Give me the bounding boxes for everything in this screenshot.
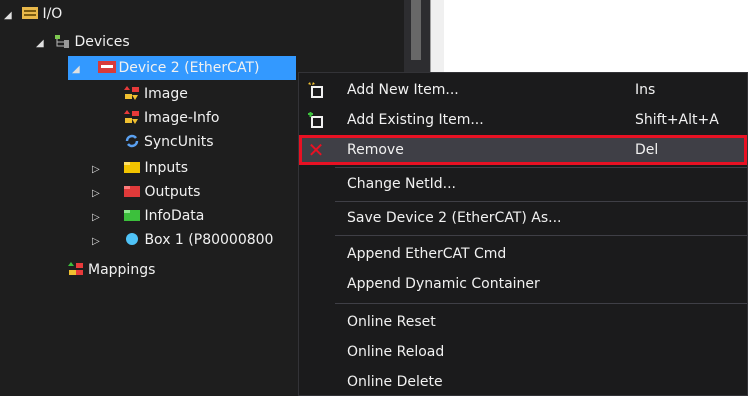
menu-item-append-dynamic-container[interactable]: Append Dynamic Container xyxy=(299,269,747,299)
collapse-arrow-icon[interactable]: ◢ xyxy=(72,58,86,82)
tree-item-devices[interactable]: ◢ Devices xyxy=(36,30,130,54)
menu-item-append-ethercat-cmd[interactable]: Append EtherCAT Cmd xyxy=(299,239,747,269)
expand-arrow-icon[interactable]: ▷ xyxy=(92,158,106,182)
devices-icon xyxy=(54,32,70,48)
inputs-icon xyxy=(124,158,141,173)
menu-item-online-delete[interactable]: Online Delete xyxy=(299,367,747,397)
collapse-arrow-icon[interactable]: ◢ xyxy=(4,4,18,28)
box-icon xyxy=(124,230,140,245)
expand-arrow-icon[interactable]: ▷ xyxy=(92,206,106,230)
tree-item-inputs[interactable]: ▷ Inputs xyxy=(92,156,188,180)
menu-item-add-existing-item[interactable]: Add Existing Item... Shift+Alt+A xyxy=(299,105,747,135)
menu-separator xyxy=(335,201,747,202)
tree-item-box-1[interactable]: ▷ Box 1 (P80000800 xyxy=(92,228,273,252)
menu-item-add-new-item[interactable]: Add New Item... Ins xyxy=(299,75,747,105)
tree-item-outputs[interactable]: ▷ Outputs xyxy=(92,180,200,204)
outputs-icon xyxy=(124,182,141,197)
image-info-icon xyxy=(124,108,140,124)
menu-item-online-reload[interactable]: Online Reload xyxy=(299,337,747,367)
menu-item-remove[interactable]: ✕ Remove Del xyxy=(299,135,747,165)
mappings-icon xyxy=(68,260,84,275)
remove-icon: ✕ xyxy=(307,138,325,162)
menu-item-change-netid[interactable]: Change NetId... xyxy=(299,169,747,199)
ethercat-device-icon xyxy=(98,58,117,73)
collapse-arrow-icon[interactable]: ◢ xyxy=(36,32,50,56)
tree-item-syncunits[interactable]: SyncUnits xyxy=(124,130,214,154)
tree-item-image[interactable]: Image xyxy=(124,82,188,106)
menu-separator xyxy=(335,235,747,236)
context-menu: Add New Item... Ins Add Existing Item...… xyxy=(298,72,748,396)
menu-item-online-reset[interactable]: Online Reset xyxy=(299,307,747,337)
tree-item-infodata[interactable]: ▷ InfoData xyxy=(92,204,204,228)
tree-item-mappings[interactable]: Mappings xyxy=(68,258,155,282)
menu-separator xyxy=(335,167,747,168)
expand-arrow-icon[interactable]: ▷ xyxy=(92,230,106,254)
tree-item-io[interactable]: ◢ I/O xyxy=(4,2,62,26)
add-existing-item-icon xyxy=(305,105,327,139)
tree-item-device-2[interactable]: ◢ Device 2 (EtherCAT) xyxy=(68,56,296,80)
menu-item-save-device-as[interactable]: Save Device 2 (EtherCAT) As... xyxy=(299,203,747,233)
infodata-icon xyxy=(124,206,141,221)
io-folder-icon xyxy=(22,4,39,19)
tree-item-image-info[interactable]: Image-Info xyxy=(124,106,219,130)
menu-separator xyxy=(335,303,747,304)
syncunits-icon xyxy=(124,132,140,148)
add-new-item-icon xyxy=(305,75,327,109)
expand-arrow-icon[interactable]: ▷ xyxy=(92,182,106,206)
tree-scrollbar-thumb[interactable] xyxy=(411,0,421,60)
image-icon xyxy=(124,84,140,100)
